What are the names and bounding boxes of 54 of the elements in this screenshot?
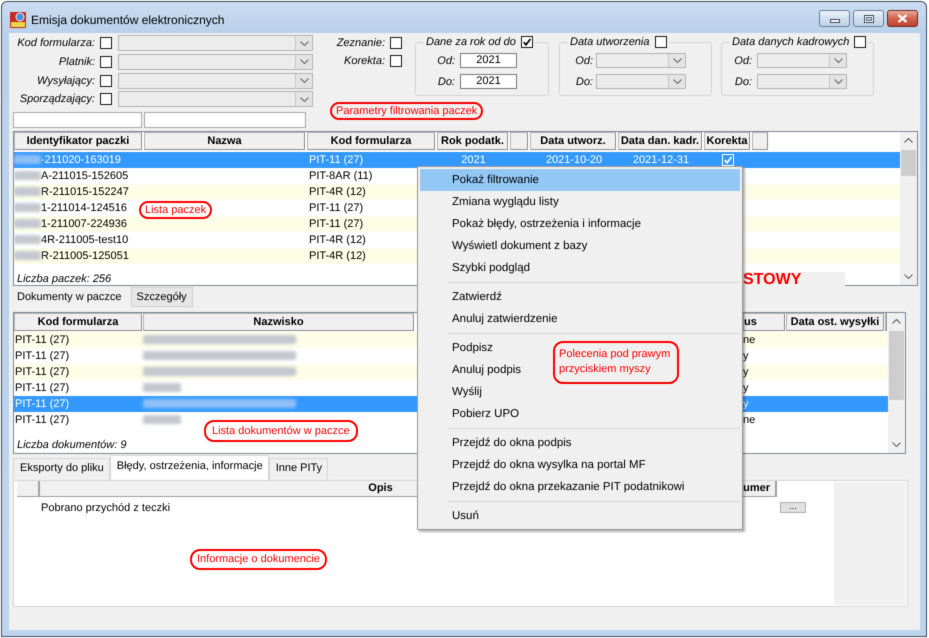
table-cell: Pobrano przychód z teczki: [40, 502, 170, 514]
table-cell-text: R-211005-125051: [41, 248, 129, 264]
table-cell-text: PIT-11 (27): [14, 396, 70, 412]
mode-label: STOWY: [743, 272, 846, 288]
annotation-label: Lista dokumentów w paczce: [204, 420, 358, 442]
table-cell-text: PIT-11 (27): [14, 348, 70, 364]
filter-label: Sporządzający:: [18, 93, 95, 106]
filter-label: Kod formularza:: [16, 37, 95, 50]
field-label: Do:: [436, 76, 455, 88]
group-title: Data utworzenia: [570, 36, 650, 48]
annotation-label: Parametry filtrowania paczek: [330, 102, 484, 120]
filter-label: Korekta:: [343, 55, 385, 67]
field-label: Do:: [574, 76, 593, 88]
table-cell-text: PIT-11 (27): [14, 332, 70, 348]
item-count: Liczba dokumentów: 9: [16, 439, 126, 452]
table-cell-text: 1-211014-124516: [41, 200, 128, 216]
table-cell-text: 4R-211005-test10: [41, 232, 128, 248]
table-cell-text: ne: [743, 332, 756, 348]
table-cell-text: PIT-4R (12): [308, 232, 367, 248]
annotation-label: Informacje o dokumencie: [190, 549, 327, 570]
annotation-label: Lista paczek: [139, 201, 212, 219]
table-cell-text: R-211015-152247: [41, 184, 129, 200]
table-cell-text: y: [743, 380, 750, 396]
table-cell-text: y: [743, 348, 750, 364]
item-count: Liczba paczek: 256: [16, 272, 112, 285]
table-cell-text: 2021-12-31: [632, 152, 690, 168]
table-cell-text: PIT-11 (27): [308, 200, 364, 216]
group-title: Dane za rok od do: [426, 36, 516, 48]
table-cell-text: ne: [743, 412, 756, 428]
field-label: Do:: [734, 76, 752, 88]
table-cell-text: 2021-10-20: [544, 152, 604, 168]
filter-label: Wysyłający:: [36, 74, 95, 87]
field-label: Od:: [574, 54, 593, 66]
table-cell-text: PIT-8AR (11): [308, 168, 374, 184]
filter-label: Zeznanie:: [336, 37, 385, 49]
table-cell-text: A-211015-152605: [41, 168, 128, 184]
window-title: Emisja dokumentów elektronicznych: [31, 12, 224, 28]
table-cell-text: PIT-11 (27): [308, 216, 364, 232]
group-title: Data danych kadrowych: [732, 36, 850, 48]
filter-label: Platnik:: [58, 56, 95, 68]
field-label: Od:: [436, 54, 455, 66]
table-cell-text: PIT-11 (27): [14, 380, 70, 396]
table-cell-text: PIT-4R (12): [308, 248, 367, 264]
table-cell-text: 1-211007-224936: [41, 216, 128, 232]
table-cell-text: PIT-11 (27): [14, 364, 70, 380]
table-cell-text: PIT-4R (12): [308, 184, 367, 200]
table-cell-text: y: [743, 364, 750, 380]
field-label: Od:: [733, 54, 752, 66]
table-cell-text: PIT-11 (27): [14, 412, 70, 428]
table-cell-text: -211020-163019: [41, 152, 121, 168]
annotation-label: Polecenia pod prawym przyciskiem myszy: [553, 341, 679, 384]
table-cell-text: y: [743, 396, 750, 412]
table-cell-text: 2021: [460, 152, 487, 168]
table-cell-text: PIT-11 (27): [308, 152, 364, 168]
